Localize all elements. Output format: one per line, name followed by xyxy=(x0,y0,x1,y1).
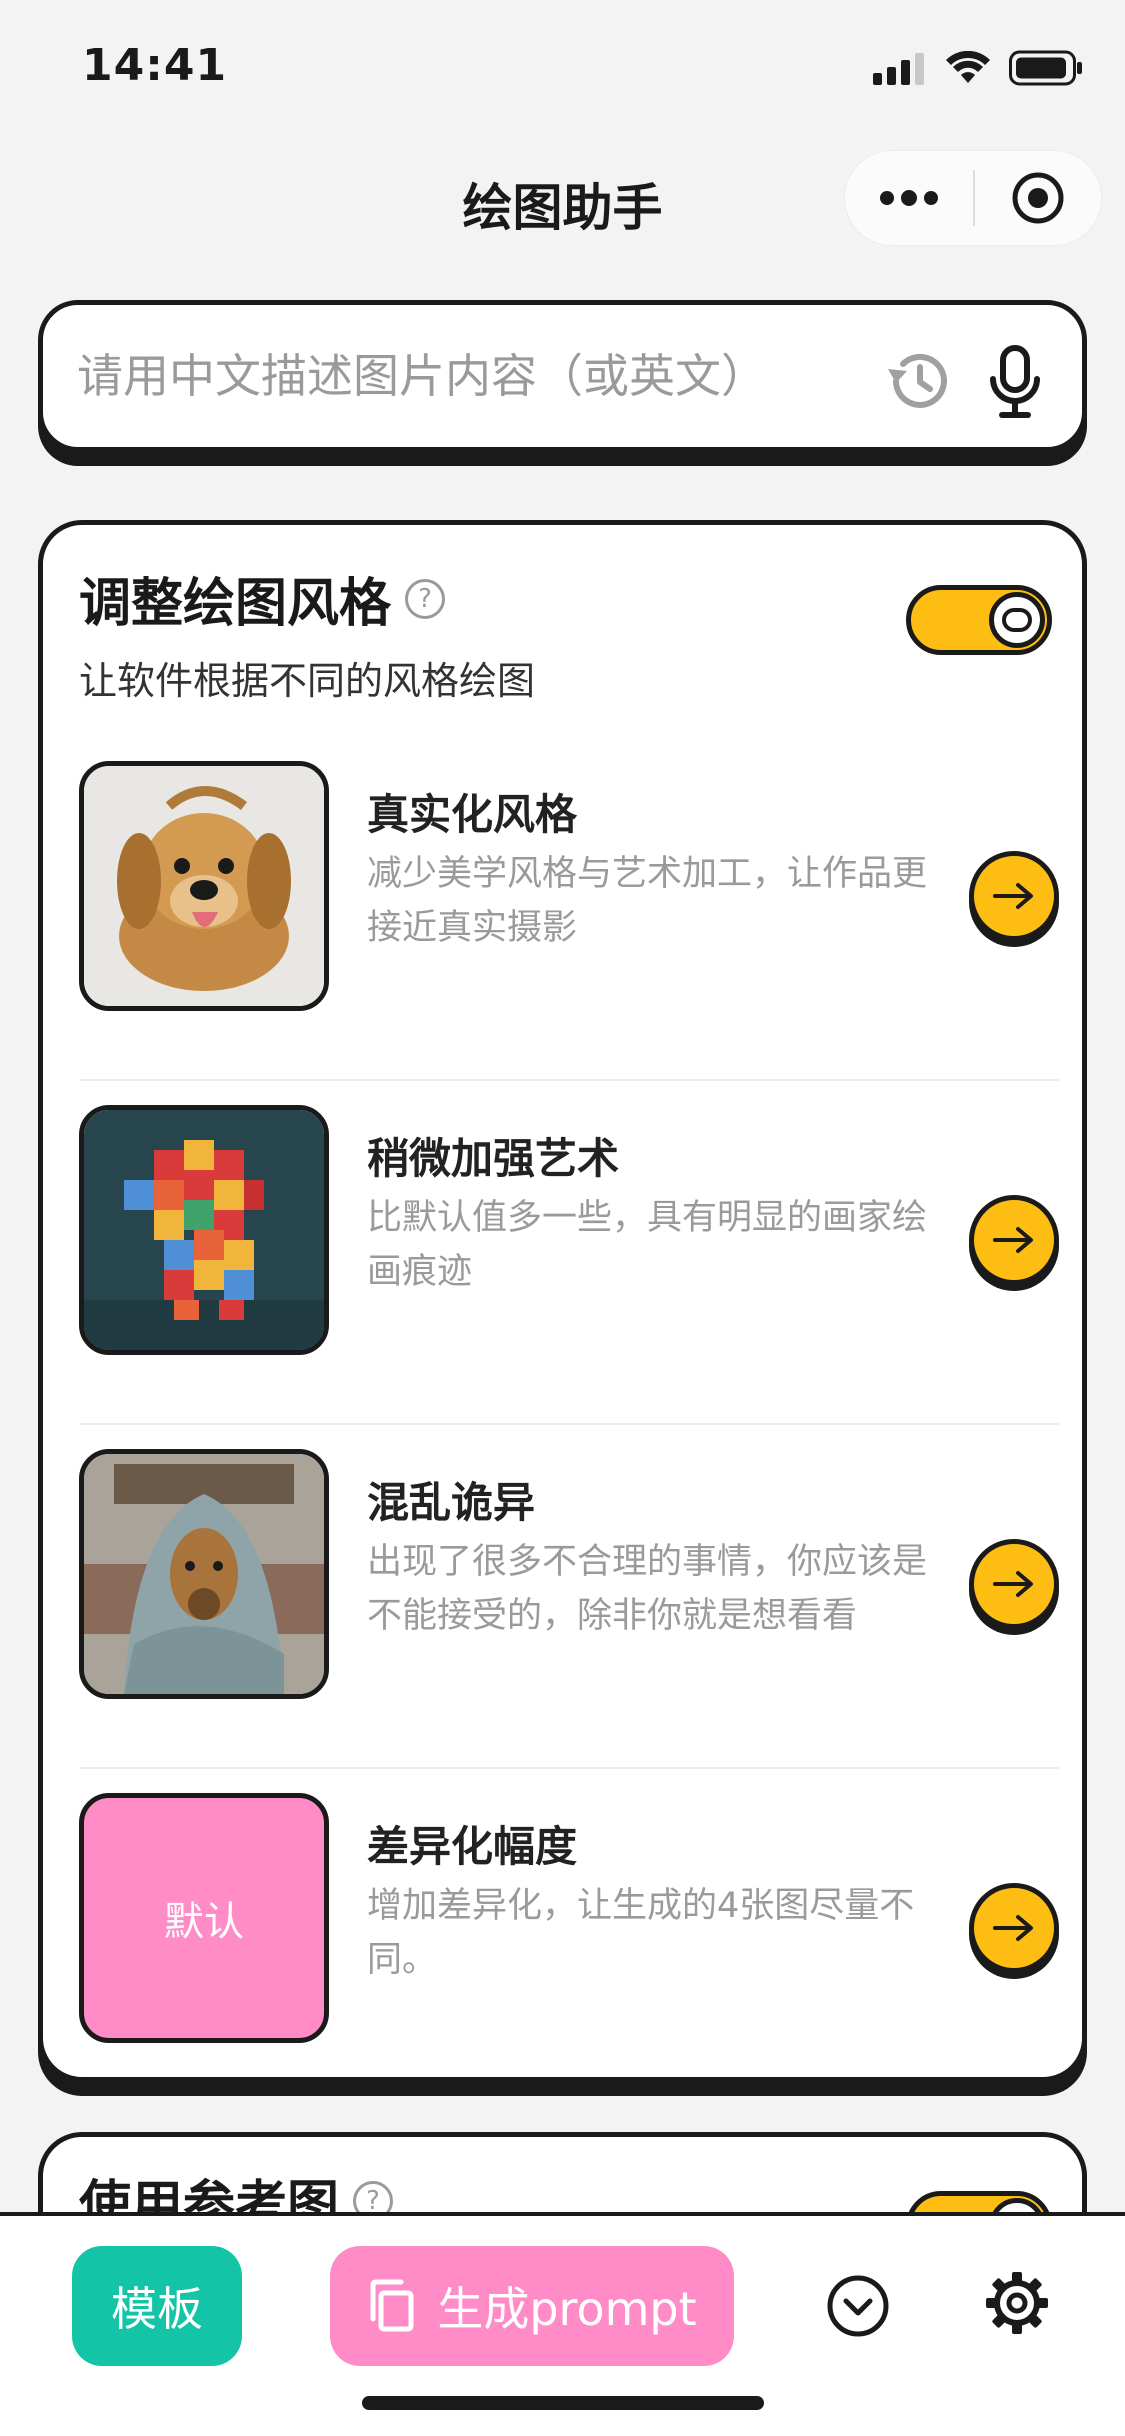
cellular-signal-icon xyxy=(873,51,927,85)
arrow-right-button[interactable] xyxy=(969,851,1059,941)
more-options-button[interactable] xyxy=(845,150,973,246)
thumbnail-default-label: 默认 xyxy=(164,1899,244,1945)
arrow-right-button[interactable] xyxy=(969,1195,1059,1285)
style-item-chaotic[interactable]: 混乱诡异 出现了很多不合理的事情，你应该是不能接受的，除非你就是想看看 xyxy=(79,1425,1059,1769)
style-item-title: 差异化幅度 xyxy=(367,1822,578,1871)
settings-button[interactable] xyxy=(984,2270,1050,2340)
thumbnail-plush-dog xyxy=(79,761,329,1011)
style-card-title: 调整绘图风格 xyxy=(79,574,392,634)
arrow-right-button[interactable] xyxy=(969,1883,1059,1973)
style-item-artistic[interactable]: 稍微加强艺术 比默认值多一些，具有明显的画家绘画痕迹 xyxy=(79,1081,1059,1425)
style-item-realistic[interactable]: 真实化风格 减少美学风格与艺术加工，让作品更接近真实摄影 xyxy=(79,737,1059,1081)
thumbnail-pixel-dog xyxy=(79,1105,329,1355)
template-button[interactable]: 模板 xyxy=(72,2246,242,2366)
chevron-down-circle-icon xyxy=(827,2275,889,2337)
close-miniprogram-button[interactable] xyxy=(975,150,1101,246)
copy-icon xyxy=(370,2279,414,2332)
style-item-desc: 出现了很多不合理的事情，你应该是不能接受的，除非你就是想看看 xyxy=(367,1542,928,1636)
template-button-label: 模板 xyxy=(111,2282,203,2336)
home-indicator xyxy=(362,2396,764,2410)
expand-button[interactable] xyxy=(826,2274,890,2342)
style-adjust-card: 调整绘图风格? 让软件根据不同的风格绘图 真实化风格 减少美学风格与艺术加工，让… xyxy=(38,520,1087,2082)
wifi-icon xyxy=(945,51,991,85)
arrow-right-icon xyxy=(993,883,1033,909)
style-card-header: 调整绘图风格? 让软件根据不同的风格绘图 xyxy=(79,561,535,705)
toggle-knob xyxy=(989,592,1045,648)
style-item-desc: 比默认值多一些，具有明显的画家绘画痕迹 xyxy=(367,1198,928,1292)
gear-icon xyxy=(986,2272,1048,2334)
target-icon xyxy=(1012,172,1064,224)
arrow-right-icon xyxy=(993,1915,1033,1941)
help-icon[interactable]: ? xyxy=(405,578,446,619)
status-icons xyxy=(873,50,1083,86)
history-icon[interactable] xyxy=(882,349,952,417)
arrow-right-icon xyxy=(993,1571,1033,1597)
style-item-title: 混乱诡异 xyxy=(367,1478,536,1527)
generate-prompt-label: 生成prompt xyxy=(437,2282,697,2336)
style-item-variation[interactable]: 默认 差异化幅度 增加差异化，让生成的4张图尽量不同。 xyxy=(79,1769,1059,2113)
style-item-title: 稍微加强艺术 xyxy=(367,1134,620,1183)
thumbnail-blanket-dog xyxy=(79,1449,329,1699)
style-card-subtitle: 让软件根据不同的风格绘图 xyxy=(79,659,536,703)
style-item-desc: 增加差异化，让生成的4张图尽量不同。 xyxy=(367,1886,915,1980)
prompt-search-bar xyxy=(38,300,1087,452)
more-dots-icon xyxy=(880,190,938,206)
arrow-right-icon xyxy=(993,1227,1033,1253)
thumbnail-default: 默认 xyxy=(79,1793,329,2043)
mini-program-capsule xyxy=(844,150,1102,246)
arrow-right-button[interactable] xyxy=(969,1539,1059,1629)
style-item-desc: 减少美学风格与艺术加工，让作品更接近真实摄影 xyxy=(367,854,928,948)
status-time: 14:41 xyxy=(82,40,228,91)
battery-icon xyxy=(1009,50,1083,86)
style-toggle[interactable] xyxy=(906,585,1052,655)
style-item-title: 真实化风格 xyxy=(367,790,578,839)
prompt-input[interactable] xyxy=(77,349,847,403)
status-bar: 14:41 xyxy=(0,0,1125,140)
microphone-icon[interactable] xyxy=(988,345,1042,423)
generate-prompt-button[interactable]: 生成prompt xyxy=(330,2246,734,2366)
